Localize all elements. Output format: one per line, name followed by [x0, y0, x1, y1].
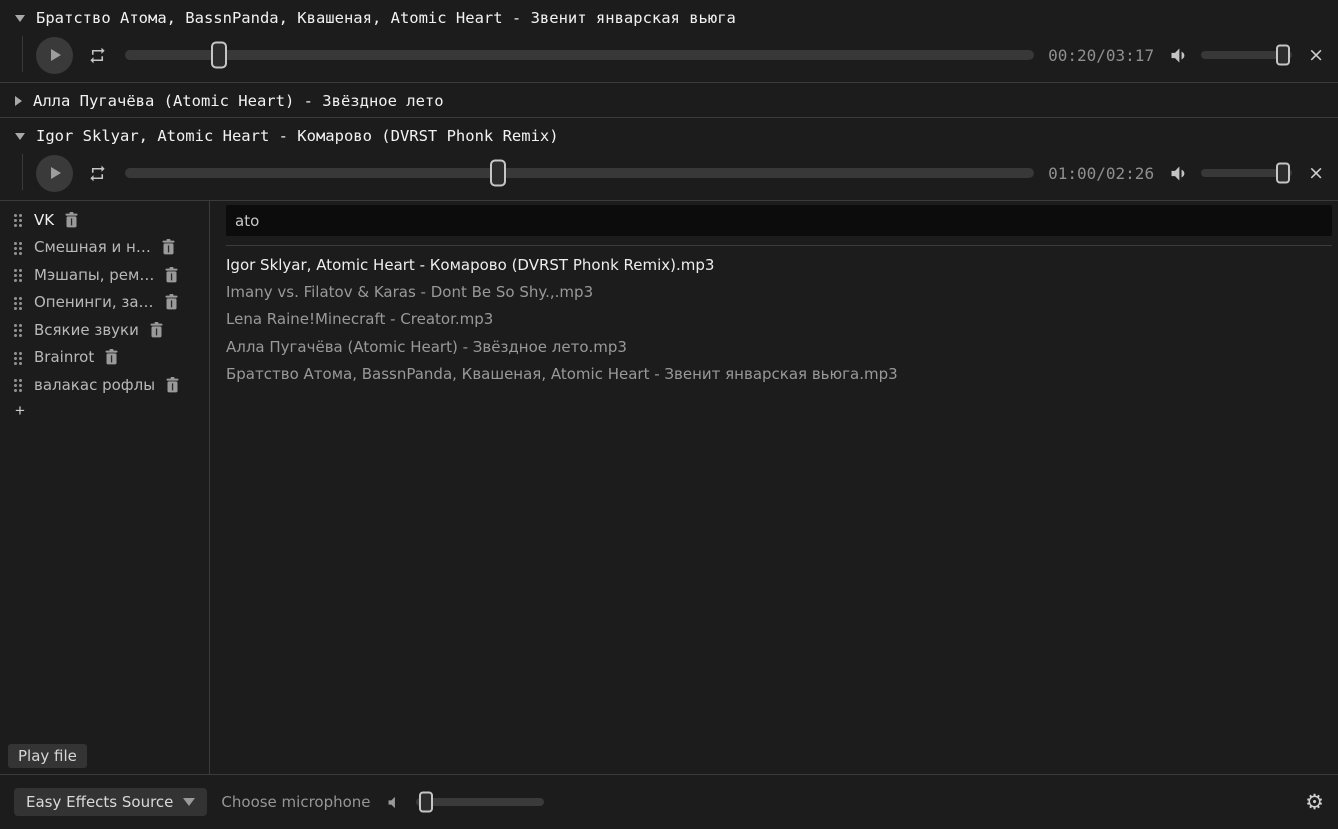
volume-slider[interactable] [1201, 51, 1292, 59]
collapse-expander-icon[interactable] [15, 15, 25, 22]
seek-slider-handle[interactable] [490, 160, 506, 187]
file-row[interactable]: Lena Raine!Minecraft - Creator.mp3 [226, 306, 1332, 333]
play-button[interactable] [36, 155, 73, 192]
add-category-button[interactable]: + [0, 399, 25, 421]
play-icon [51, 49, 61, 61]
play-file-button[interactable]: Play file [8, 744, 87, 768]
trash-icon [65, 212, 78, 228]
drag-handle-icon[interactable] [13, 212, 23, 227]
delete-category-button[interactable] [165, 267, 178, 283]
gear-icon: ⚙ [1305, 791, 1324, 814]
player-1: Братство Атома, BassnPanda, Квашеная, At… [0, 0, 1338, 83]
time-label: 01:00/02:26 [1048, 164, 1154, 183]
sidebar-item-openings[interactable]: Опенинги, за… [0, 289, 209, 317]
drag-handle-icon[interactable] [13, 240, 23, 255]
player-3-header[interactable]: Igor Sklyar, Atomic Heart - Комарово (DV… [0, 118, 1338, 152]
players-section: Братство Атома, BassnPanda, Квашеная, At… [0, 0, 1338, 201]
collapse-expander-icon[interactable] [15, 133, 25, 140]
volume-slider[interactable] [1201, 169, 1292, 177]
category-label[interactable]: Мэшапы, рем… [34, 266, 154, 284]
volume-icon [1168, 163, 1189, 184]
category-label[interactable]: Brainrot [34, 348, 94, 366]
delete-category-button[interactable] [105, 349, 118, 365]
trash-icon [166, 377, 179, 393]
file-row[interactable]: Imany vs. Filatov & Karas - Dont Be So S… [226, 278, 1332, 305]
file-panel: Igor Sklyar, Atomic Heart - Комарово (DV… [210, 201, 1338, 774]
volume-button[interactable] [1168, 45, 1189, 66]
source-selector-dropdown[interactable]: Easy Effects Source [14, 788, 207, 816]
repeat-icon [88, 164, 107, 183]
player-1-controls: 00:20/03:17 × [0, 34, 1338, 82]
category-label[interactable]: Смешная и н… [34, 238, 151, 256]
bottom-bar: Easy Effects Source Choose microphone ⚙ [0, 774, 1338, 829]
trash-icon [150, 322, 163, 338]
seek-slider[interactable] [125, 50, 1034, 60]
player-3-title: Igor Sklyar, Atomic Heart - Комарово (DV… [36, 127, 559, 145]
delete-category-button[interactable] [162, 239, 175, 255]
player-3: Igor Sklyar, Atomic Heart - Комарово (DV… [0, 118, 1338, 201]
volume-button[interactable] [1168, 163, 1189, 184]
muted-speaker-icon [385, 794, 402, 811]
drag-handle-icon[interactable] [13, 377, 23, 392]
repeat-button[interactable] [88, 164, 107, 183]
repeat-icon [88, 46, 107, 65]
player-2-header[interactable]: Алла Пугачёва (Atomic Heart) - Звёздное … [0, 83, 1338, 117]
player-1-header[interactable]: Братство Атома, BassnPanda, Квашеная, At… [0, 0, 1338, 34]
expand-expander-icon[interactable] [15, 96, 22, 106]
file-row[interactable]: Igor Sklyar, Atomic Heart - Комарово (DV… [226, 251, 1332, 278]
file-row[interactable]: Братство Атома, BassnPanda, Квашеная, At… [226, 361, 1332, 388]
mic-volume-slider-handle[interactable] [419, 792, 433, 813]
drag-handle-icon[interactable] [13, 295, 23, 310]
sidebar-item-smeshnaya[interactable]: Смешная и н… [0, 234, 209, 262]
mic-volume-slider[interactable] [416, 798, 544, 806]
close-player-button[interactable]: × [1306, 164, 1326, 183]
file-list: Igor Sklyar, Atomic Heart - Комарово (DV… [226, 251, 1332, 388]
delete-category-button[interactable] [150, 322, 163, 338]
trash-icon [105, 349, 118, 365]
delete-category-button[interactable] [65, 212, 78, 228]
seek-slider[interactable] [125, 168, 1034, 178]
delete-category-button[interactable] [165, 294, 178, 310]
trash-icon [162, 239, 175, 255]
category-label[interactable]: Всякие звуки [34, 321, 139, 339]
repeat-button[interactable] [88, 46, 107, 65]
player-2: Алла Пугачёва (Atomic Heart) - Звёздное … [0, 83, 1338, 118]
time-label: 00:20/03:17 [1048, 46, 1154, 65]
search-input[interactable] [226, 205, 1332, 236]
trash-icon [165, 267, 178, 283]
category-sidebar: VK Смешная и н… Мэшапы, рем… Опенинги, з… [0, 201, 210, 774]
category-label[interactable]: Опенинги, за… [34, 293, 154, 311]
drag-handle-icon[interactable] [13, 322, 23, 337]
sidebar-item-valakas[interactable]: валакас рофлы [0, 371, 209, 399]
close-player-button[interactable]: × [1306, 46, 1326, 65]
drag-handle-icon[interactable] [13, 350, 23, 365]
player-1-title: Братство Атома, BassnPanda, Квашеная, At… [36, 9, 736, 27]
volume-slider-handle[interactable] [1276, 45, 1290, 66]
play-button[interactable] [36, 37, 73, 74]
category-label[interactable]: VK [34, 211, 54, 229]
indent-guide [22, 36, 23, 72]
trash-icon [165, 294, 178, 310]
sidebar-item-sounds[interactable]: Всякие звуки [0, 316, 209, 344]
file-row[interactable]: Алла Пугачёва (Atomic Heart) - Звёздное … [226, 333, 1332, 360]
delete-category-button[interactable] [166, 377, 179, 393]
seek-slider-handle[interactable] [211, 42, 227, 69]
player-2-title: Алла Пугачёва (Atomic Heart) - Звёздное … [33, 92, 444, 110]
category-label[interactable]: валакас рофлы [34, 376, 155, 394]
sidebar-item-brainrot[interactable]: Brainrot [0, 344, 209, 372]
chevron-down-icon [183, 798, 195, 806]
drag-handle-icon[interactable] [13, 267, 23, 282]
player-3-controls: 01:00/02:26 × [0, 152, 1338, 200]
choose-microphone-label: Choose microphone [221, 793, 370, 811]
volume-slider-handle[interactable] [1276, 163, 1290, 184]
source-selector-label: Easy Effects Source [26, 793, 173, 811]
sidebar-item-vk[interactable]: VK [0, 206, 209, 234]
sidebar-item-mashups[interactable]: Мэшапы, рем… [0, 261, 209, 289]
play-icon [51, 167, 61, 179]
indent-guide [22, 154, 23, 190]
volume-icon [1168, 45, 1189, 66]
main-area: VK Смешная и н… Мэшапы, рем… Опенинги, з… [0, 201, 1338, 774]
divider [226, 245, 1332, 246]
settings-button[interactable]: ⚙ [1305, 792, 1324, 813]
